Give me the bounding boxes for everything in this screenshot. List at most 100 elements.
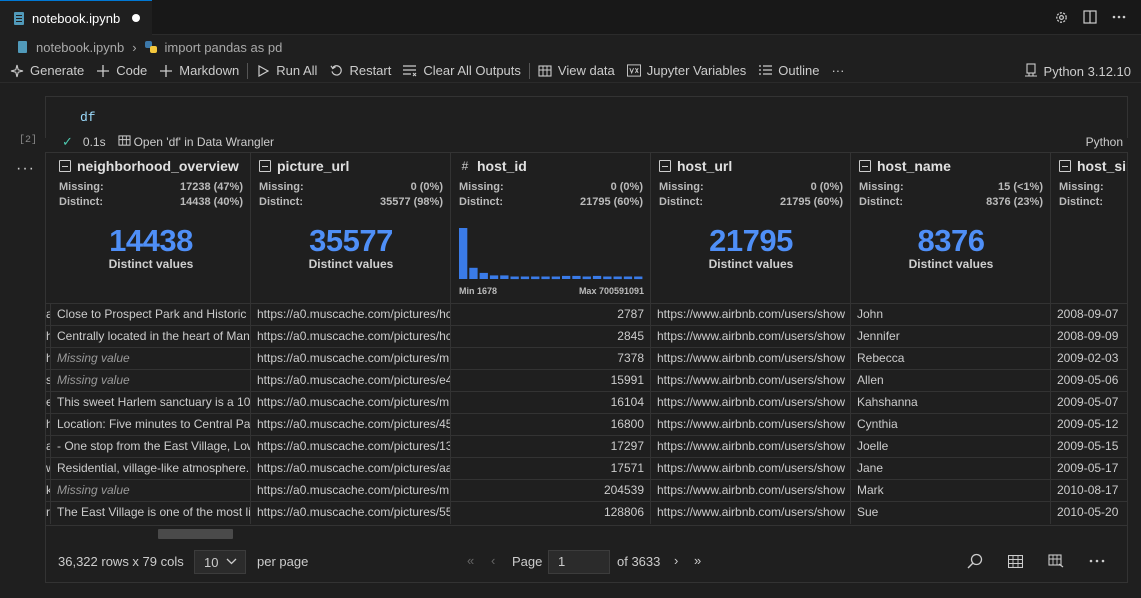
cell-host-since[interactable]: 2009-05-06 xyxy=(1051,370,1127,392)
unsaved-dot-icon[interactable] xyxy=(132,14,141,22)
column-header[interactable]: host_name xyxy=(859,158,951,174)
column-header[interactable]: host_url xyxy=(659,158,732,174)
cell-host-id[interactable]: 204539 xyxy=(451,480,651,502)
add-code-button[interactable]: Code xyxy=(90,60,153,82)
cell-host-url[interactable]: https://www.airbnb.com/users/show xyxy=(651,414,851,436)
split-editor-icon[interactable] xyxy=(1082,9,1098,25)
page-number-input[interactable]: 1 xyxy=(548,550,610,574)
toolbar-more-button[interactable]: ··· xyxy=(825,60,850,82)
cell-host-since[interactable]: 2010-05-20 xyxy=(1051,502,1127,524)
cell-host-id[interactable]: 15991 xyxy=(451,370,651,392)
cell-overview[interactable]: Residential, village-like atmosphere. xyxy=(51,458,251,480)
cell-host-since[interactable]: 2009-05-12 xyxy=(1051,414,1127,436)
run-all-button[interactable]: Run All xyxy=(250,60,323,82)
column-host-id[interactable]: # host_id Missing: 0 (0%) Distinct: 21795 (60… xyxy=(451,153,651,303)
cell-host-name[interactable]: Mark xyxy=(851,480,1051,502)
last-page-icon[interactable]: » xyxy=(694,553,701,568)
cell-host-name[interactable]: Rebecca xyxy=(851,348,1051,370)
cell-picture[interactable]: https://a0.muscache.com/pictures/m xyxy=(251,392,451,414)
cell-picture[interactable]: https://a0.muscache.com/pictures/m xyxy=(251,480,451,502)
cell-host-id[interactable]: 17571 xyxy=(451,458,651,480)
open-data-wrangler-link[interactable]: Open 'df' in Data Wrangler xyxy=(118,134,274,150)
search-icon[interactable] xyxy=(966,552,984,570)
cell-host-name[interactable]: John xyxy=(851,304,1051,326)
table-row[interactable]: wResidential, village-like atmosphere.ht… xyxy=(46,457,1127,480)
table-row[interactable]: kMissing valuehttps://a0.muscache.com/pi… xyxy=(46,479,1127,502)
next-page-icon[interactable]: › xyxy=(674,553,678,568)
outline-button[interactable]: Outline xyxy=(752,60,825,82)
data-wrangler-icon[interactable] xyxy=(1047,552,1065,570)
cell-picture[interactable]: https://a0.muscache.com/pictures/e4 xyxy=(251,370,451,392)
cell-host-name[interactable]: Kahshanna xyxy=(851,392,1051,414)
cell-language[interactable]: Python xyxy=(1086,135,1123,149)
cell-host-url[interactable]: https://www.airbnb.com/users/show xyxy=(651,326,851,348)
table-view-icon[interactable] xyxy=(1006,552,1024,570)
cell-picture[interactable]: https://a0.muscache.com/pictures/aa xyxy=(251,458,451,480)
column-host-name[interactable]: host_name Missing: 15 (<1%) Distinct: 8376 (… xyxy=(851,153,1051,303)
cell-host-id[interactable]: 2845 xyxy=(451,326,651,348)
generate-button[interactable]: Generate xyxy=(4,60,90,82)
table-row[interactable]: hCentrally located in the heart of Manht… xyxy=(46,325,1127,348)
cell-host-id[interactable]: 2787 xyxy=(451,304,651,326)
column-header[interactable]: picture_url xyxy=(259,158,349,174)
view-data-button[interactable]: View data xyxy=(532,60,621,82)
table-row[interactable]: hLocation: Five minutes to Central Parht… xyxy=(46,413,1127,436)
first-page-icon[interactable]: « xyxy=(467,553,474,568)
cell-host-url[interactable]: https://www.airbnb.com/users/show xyxy=(651,436,851,458)
table-row[interactable]: r The East Village is one of the most li h… xyxy=(46,501,1127,524)
more-options-icon[interactable] xyxy=(1088,552,1106,570)
per-page-select[interactable]: 10 xyxy=(194,550,246,574)
cell-code-editor[interactable]: df xyxy=(80,110,96,125)
cell-host-name[interactable]: Allen xyxy=(851,370,1051,392)
cell-host-id[interactable]: 17297 xyxy=(451,436,651,458)
cell-overview[interactable]: Missing value xyxy=(51,370,251,392)
cell-host-url[interactable]: https://www.airbnb.com/users/show xyxy=(651,348,851,370)
kernel-picker[interactable]: Python 3.12.10 xyxy=(1024,60,1131,82)
cell-host-name[interactable]: Sue xyxy=(851,502,1051,524)
cell-host-url[interactable]: https://www.airbnb.com/users/show xyxy=(651,480,851,502)
cell-picture[interactable]: https://a0.muscache.com/pictures/hc xyxy=(251,304,451,326)
cell-host-since[interactable]: 2009-05-07 xyxy=(1051,392,1127,414)
cell-overview[interactable]: Location: Five minutes to Central Par xyxy=(51,414,251,436)
table-row[interactable]: sMissing valuehttps://a0.muscache.com/pi… xyxy=(46,369,1127,392)
cell-host-url[interactable]: https://www.airbnb.com/users/show xyxy=(651,370,851,392)
cell-overview[interactable]: Close to Prospect Park and Historic D xyxy=(51,304,251,326)
cell-host-url[interactable]: https://www.airbnb.com/users/show xyxy=(651,304,851,326)
gear-icon[interactable] xyxy=(1053,9,1069,25)
cell-overview[interactable]: This sweet Harlem sanctuary is a 10- xyxy=(51,392,251,414)
clear-all-outputs-button[interactable]: Clear All Outputs xyxy=(397,60,527,82)
cell-host-since[interactable]: 2008-09-07 xyxy=(1051,304,1127,326)
table-row[interactable]: a- One stop from the East Village, Lowht… xyxy=(46,435,1127,458)
cell-host-id[interactable]: 16800 xyxy=(451,414,651,436)
cell-host-id[interactable]: 7378 xyxy=(451,348,651,370)
column-header[interactable]: neighborhood_overview xyxy=(59,158,239,174)
breadcrumb-symbol[interactable]: import pandas as pd xyxy=(165,40,283,55)
tab-notebook[interactable]: notebook.ipynb xyxy=(0,0,152,35)
column-neighborhood-overview[interactable]: neighborhood_overview Missing: 17238 (47%)… xyxy=(51,153,251,303)
cell-picture[interactable]: https://a0.muscache.com/pictures/13 xyxy=(251,436,451,458)
cell-picture[interactable]: https://a0.muscache.com/pictures/45 xyxy=(251,414,451,436)
previous-page-icon[interactable]: ‹ xyxy=(491,553,495,568)
cell-host-name[interactable]: Joelle xyxy=(851,436,1051,458)
cell-host-id[interactable]: 128806 xyxy=(451,502,651,524)
column-header[interactable]: # host_id xyxy=(459,158,527,174)
cell-host-since[interactable]: 2010-08-17 xyxy=(1051,480,1127,502)
column-host-url[interactable]: host_url Missing: 0 (0%) Distinct: 21795 (60… xyxy=(651,153,851,303)
cell-picture[interactable]: https://a0.muscache.com/pictures/hc xyxy=(251,326,451,348)
cell-host-since[interactable]: 2008-09-09 xyxy=(1051,326,1127,348)
cell-host-url[interactable]: https://www.airbnb.com/users/show xyxy=(651,458,851,480)
cell-host-url[interactable]: https://www.airbnb.com/users/show xyxy=(651,502,851,524)
restart-button[interactable]: Restart xyxy=(323,60,397,82)
cell-host-url[interactable]: https://www.airbnb.com/users/show xyxy=(651,392,851,414)
column-host-since[interactable]: host_since Missing: Distinct: 5Dis xyxy=(1051,153,1127,303)
cell-host-name[interactable]: Jane xyxy=(851,458,1051,480)
breadcrumb-file[interactable]: notebook.ipynb xyxy=(36,40,124,55)
column-header[interactable]: host_since xyxy=(1059,158,1127,174)
table-row[interactable]: aClose to Prospect Park and Historic Dht… xyxy=(46,303,1127,326)
cell-host-since[interactable]: 2009-05-15 xyxy=(1051,436,1127,458)
cell-picture[interactable]: https://a0.muscache.com/pictures/m xyxy=(251,348,451,370)
histogram[interactable] xyxy=(459,228,645,280)
cell-picture[interactable]: https://a0.muscache.com/pictures/55 xyxy=(251,502,451,524)
output-more-icon[interactable]: ··· xyxy=(16,160,35,178)
horizontal-scrollbar[interactable] xyxy=(158,529,233,539)
